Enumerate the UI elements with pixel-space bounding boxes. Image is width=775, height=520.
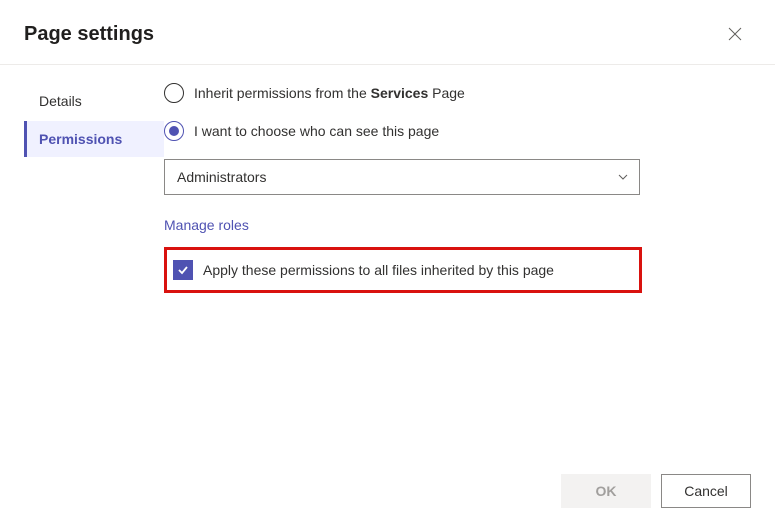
inherit-label-bold: Services (371, 85, 429, 101)
cancel-button[interactable]: Cancel (661, 474, 751, 508)
checkbox-apply-label: Apply these permissions to all files inh… (203, 262, 554, 278)
dialog-header: Page settings (0, 0, 775, 65)
sidebar: Details Permissions (0, 77, 164, 293)
ok-button[interactable]: OK (561, 474, 651, 508)
close-button[interactable] (719, 18, 751, 50)
radio-choose[interactable] (164, 121, 184, 141)
dialog-footer: OK Cancel (561, 474, 751, 508)
chevron-down-icon (617, 171, 629, 183)
manage-roles-link[interactable]: Manage roles (164, 217, 249, 233)
radio-inherit-label: Inherit permissions from the Services Pa… (194, 85, 465, 101)
dialog-body: Details Permissions Inherit permissions … (0, 65, 775, 293)
tab-permissions[interactable]: Permissions (24, 121, 164, 157)
page-title: Page settings (24, 23, 154, 46)
inherit-label-suffix: Page (428, 85, 465, 101)
inherit-label-prefix: Inherit permissions from the (194, 85, 371, 101)
radio-row-inherit: Inherit permissions from the Services Pa… (164, 83, 751, 103)
checkmark-icon (176, 263, 190, 277)
roles-dropdown[interactable]: Administrators (164, 159, 640, 195)
radio-row-choose: I want to choose who can see this page (164, 121, 751, 141)
tab-details[interactable]: Details (24, 83, 164, 119)
content-panel: Inherit permissions from the Services Pa… (164, 77, 775, 293)
dropdown-value: Administrators (177, 169, 266, 185)
checkbox-row-apply: Apply these permissions to all files inh… (173, 260, 554, 280)
close-icon (728, 27, 742, 41)
radio-inherit[interactable] (164, 83, 184, 103)
radio-choose-label: I want to choose who can see this page (194, 123, 439, 139)
highlight-box: Apply these permissions to all files inh… (164, 247, 642, 293)
checkbox-apply[interactable] (173, 260, 193, 280)
